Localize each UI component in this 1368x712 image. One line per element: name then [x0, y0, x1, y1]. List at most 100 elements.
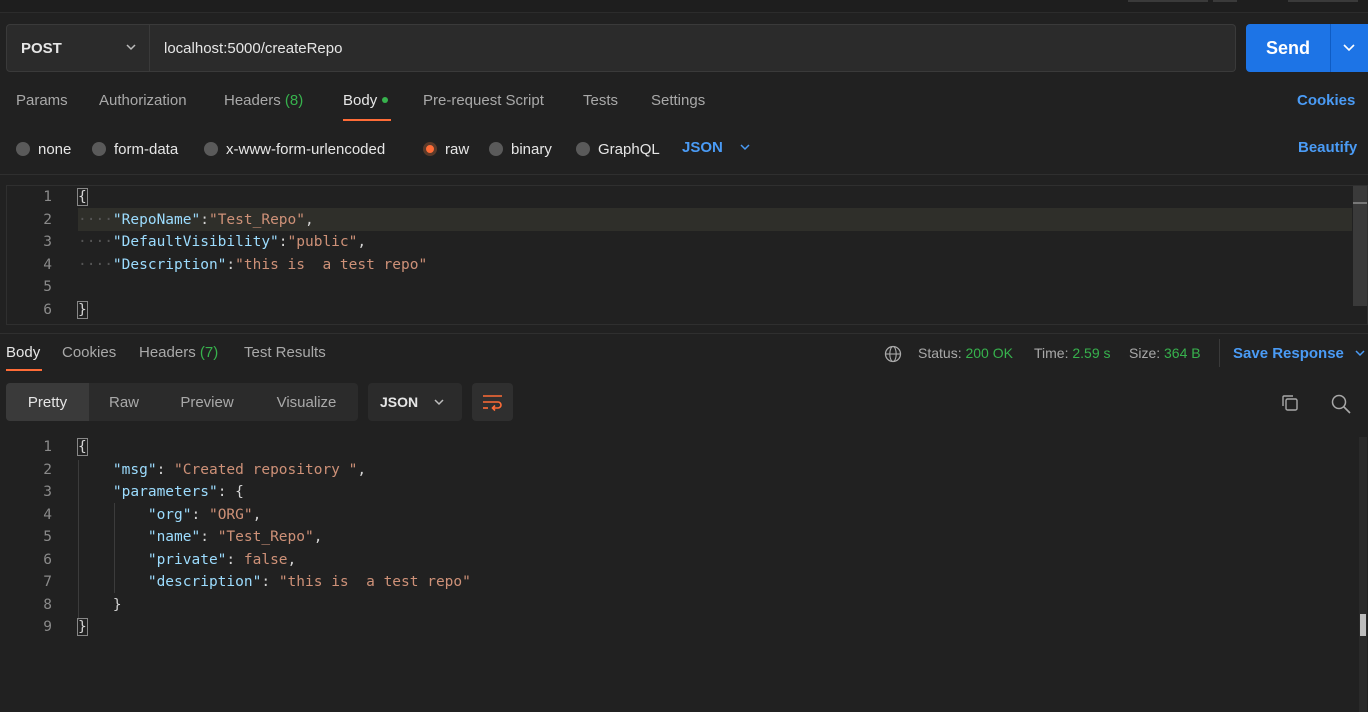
globe-icon[interactable]: [884, 345, 902, 363]
radio-graphql[interactable]: GraphQL: [576, 139, 660, 159]
json-value: false: [243, 551, 288, 568]
chevron-down-icon[interactable]: [1342, 40, 1356, 54]
code-line: {: [77, 186, 427, 209]
tab-headers-label: Headers: [224, 92, 281, 109]
radio-raw[interactable]: raw: [423, 139, 469, 159]
time-value: 2.59 s: [1072, 345, 1111, 361]
response-tab-body[interactable]: Body: [6, 344, 40, 364]
code-line: }: [78, 594, 471, 617]
tab-pre-request-label: Pre-request Script: [423, 92, 544, 109]
response-tab-headers-label: Headers: [139, 344, 196, 361]
beautify-label: Beautify: [1298, 139, 1358, 156]
code-line: ····"DefaultVisibility":"public",: [78, 234, 367, 250]
view-raw-button[interactable]: Raw: [89, 383, 159, 421]
code-line: "msg": "Created repository ",: [112, 461, 367, 478]
view-visualize-label: Visualize: [276, 393, 337, 411]
tab-authorization[interactable]: Authorization: [99, 92, 187, 114]
json-key: "org": [147, 506, 192, 523]
beautify-button[interactable]: Beautify: [1298, 139, 1357, 156]
response-scrollbar-thumb[interactable]: [1360, 614, 1366, 636]
close-brace: }: [77, 300, 88, 319]
cookies-link[interactable]: Cookies: [1297, 92, 1355, 114]
radio-urlencoded-label: x-www-form-urlencoded: [226, 140, 386, 158]
radio-circle: [92, 142, 106, 156]
line-number: 6: [43, 551, 52, 568]
response-code[interactable]: { "msg": "Created repository ", "paramet…: [77, 436, 471, 639]
send-button[interactable]: Send: [1246, 24, 1368, 72]
radio-none[interactable]: none: [16, 139, 71, 159]
response-format-select[interactable]: JSON: [368, 383, 462, 421]
active-tab-underline: [343, 119, 391, 121]
search-icon[interactable]: [1330, 393, 1352, 415]
json-key: "name": [147, 529, 201, 545]
json-value: "Test_Repo": [217, 529, 314, 545]
chevron-down-icon: [434, 399, 444, 406]
line-number: 2: [43, 461, 52, 478]
line-number: 5: [43, 529, 52, 545]
wrap-lines-button[interactable]: [472, 383, 513, 421]
method-select[interactable]: POST: [6, 24, 150, 72]
send-divider: [1330, 24, 1331, 72]
request-line-numbers: 1 2 3 4 5 6: [16, 186, 52, 321]
response-tab-test-results-label: Test Results: [244, 344, 326, 361]
line-number: 5: [43, 279, 52, 295]
tab-authorization-label: Authorization: [99, 92, 187, 109]
cookies-link-label: Cookies: [1297, 92, 1356, 109]
request-code[interactable]: { ····"RepoName":"Test_Repo", ····"Defau…: [77, 186, 427, 321]
response-status: Status: 200 OK: [918, 345, 1013, 361]
save-response-button[interactable]: Save Response: [1233, 345, 1366, 362]
tab-params[interactable]: Params: [16, 92, 68, 114]
wrap-lines-icon: [483, 395, 502, 412]
chevron-down-icon: [740, 144, 750, 151]
json-key: "parameters": [112, 484, 218, 500]
radio-binary[interactable]: binary: [489, 139, 552, 159]
json-value: "Created repository ": [174, 461, 358, 478]
json-value: "Test_Repo": [208, 211, 305, 228]
top-strip-pill: [1288, 0, 1358, 2]
response-tab-test-results[interactable]: Test Results: [244, 344, 326, 364]
radio-form-data[interactable]: form-data: [92, 139, 178, 159]
line-number: 3: [43, 484, 52, 500]
top-strip-pill: [1128, 0, 1208, 2]
radio-circle: [576, 142, 590, 156]
url-input[interactable]: localhost:5000/createRepo: [150, 24, 1236, 72]
tab-settings[interactable]: Settings: [651, 92, 705, 114]
radio-circle: [16, 142, 30, 156]
line-number: 9: [43, 619, 52, 635]
code-line: "description": "this is a test repo": [147, 574, 471, 590]
response-tab-headers[interactable]: Headers (7): [139, 344, 218, 364]
tab-pre-request-script[interactable]: Pre-request Script: [423, 92, 544, 114]
view-preview-label: Preview: [180, 393, 234, 411]
size-value: 364 B: [1164, 345, 1201, 361]
language-select[interactable]: JSON: [682, 139, 751, 156]
request-editor-scrollbar[interactable]: [1353, 186, 1367, 306]
language-label: JSON: [682, 139, 723, 156]
close-brace: }: [112, 596, 122, 613]
headers-count: (8): [284, 92, 304, 109]
radio-urlencoded[interactable]: x-www-form-urlencoded: [204, 139, 385, 159]
view-mode-group: Pretty Raw Preview Visualize: [6, 383, 358, 421]
json-key: "private": [147, 551, 227, 568]
json-key: "description": [147, 574, 262, 590]
response-tab-underline: [6, 369, 42, 371]
response-line-numbers: 1 2 3 4 5 6 7 8 9: [16, 436, 52, 639]
radio-none-label: none: [38, 140, 72, 158]
view-pretty-button[interactable]: Pretty: [6, 383, 89, 421]
line-number: 8: [43, 596, 52, 613]
view-visualize-button[interactable]: Visualize: [255, 383, 358, 421]
tab-headers[interactable]: Headers (8): [224, 92, 303, 114]
response-scrollbar[interactable]: [1359, 437, 1367, 712]
tab-tests[interactable]: Tests: [583, 92, 618, 114]
response-tab-cookies[interactable]: Cookies: [62, 344, 116, 364]
view-preview-button[interactable]: Preview: [159, 383, 255, 421]
copy-icon[interactable]: [1280, 393, 1300, 413]
tab-body[interactable]: Body: [343, 92, 389, 114]
line-number: 2: [43, 211, 52, 228]
method-label: POST: [21, 39, 62, 57]
body-modified-dot: [382, 97, 389, 103]
json-value: "this is a test repo": [278, 574, 471, 590]
response-size: Size: 364 B: [1129, 345, 1201, 361]
response-time: Time: 2.59 s: [1034, 345, 1111, 361]
code-line: "parameters": {: [112, 484, 244, 500]
